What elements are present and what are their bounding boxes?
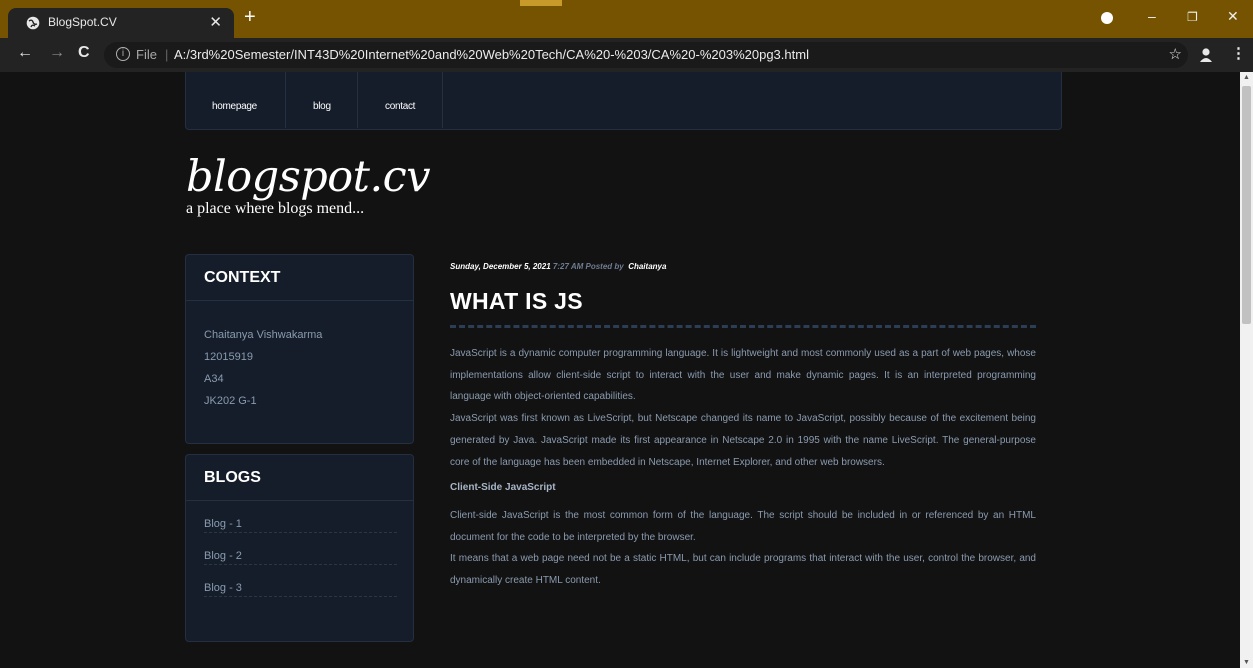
nav-blog[interactable]: blog xyxy=(313,72,331,128)
nav-divider xyxy=(285,72,286,128)
context-section: JK202 G-1 xyxy=(204,395,257,407)
globe-icon xyxy=(26,16,40,30)
new-tab-icon[interactable]: + xyxy=(244,7,256,27)
url-text[interactable]: A:/3rd%20Semester/INT43D%20Internet%20an… xyxy=(174,47,809,62)
post-body: JavaScript is a dynamic computer program… xyxy=(450,343,1036,592)
browser-toolbar: ← → C i File | A:/3rd%20Semester/INT43D%… xyxy=(0,38,1253,72)
minimize-icon[interactable]: – xyxy=(1148,8,1156,24)
blog-link-1[interactable]: Blog - 1 xyxy=(204,501,397,533)
restore-icon[interactable]: ❐ xyxy=(1187,10,1198,24)
media-indicator-icon[interactable] xyxy=(1101,12,1113,24)
blog-link-3[interactable]: Blog - 3 xyxy=(204,565,397,597)
post-paragraph: JavaScript was first known as LiveScript… xyxy=(450,413,1036,468)
window-close-icon[interactable]: ✕ xyxy=(1227,8,1239,25)
context-name: Chaitanya Vishwakarma xyxy=(204,329,323,341)
top-navigation: homepage blog contact xyxy=(185,72,1062,130)
context-heading: CONTEXT xyxy=(186,255,413,301)
post-time: 7:27 AM Posted by xyxy=(552,262,624,271)
context-panel: CONTEXT Chaitanya Vishwakarma 12015919 A… xyxy=(185,254,414,444)
scroll-up-icon[interactable]: ▲ xyxy=(1243,74,1250,81)
site-title: blogspot.cv xyxy=(186,152,431,202)
post-title: WHAT IS JS xyxy=(450,288,583,314)
info-icon[interactable]: i xyxy=(116,47,130,61)
blogs-heading: BLOGS xyxy=(186,455,413,501)
nav-divider xyxy=(357,72,358,128)
post-subheading: Client-Side JavaScript xyxy=(450,482,556,494)
post-paragraph: It means that a web page need not be a s… xyxy=(450,553,1036,587)
blog-post: Sunday, December 5, 2021 7:27 AM Posted … xyxy=(450,262,1036,592)
browser-tab[interactable]: BlogSpot.CV ✕ xyxy=(8,8,234,38)
reload-icon[interactable]: C xyxy=(78,44,90,62)
blog-link-2[interactable]: Blog - 2 xyxy=(204,533,397,565)
post-author[interactable]: Chaitanya xyxy=(628,262,666,271)
browser-tab-bar: BlogSpot.CV ✕ + – ❐ ✕ xyxy=(0,0,1253,38)
vertical-scrollbar[interactable]: ▲ ▼ xyxy=(1240,72,1253,668)
close-tab-icon[interactable]: ✕ xyxy=(209,13,222,31)
scroll-down-icon[interactable]: ▼ xyxy=(1243,659,1250,666)
scrollbar-thumb[interactable] xyxy=(1242,86,1251,324)
address-separator: | xyxy=(165,47,169,62)
post-paragraph: Client-side JavaScript is the most commo… xyxy=(450,509,1036,543)
menu-kebab-icon[interactable]: ⋮ xyxy=(1231,44,1246,62)
bookmark-star-icon[interactable]: ☆ xyxy=(1169,45,1182,63)
nav-contact[interactable]: contact xyxy=(385,72,415,128)
tab-title: BlogSpot.CV xyxy=(48,15,117,29)
profile-icon[interactable] xyxy=(1199,47,1213,63)
context-roll: A34 xyxy=(204,373,224,385)
nav-homepage[interactable]: homepage xyxy=(212,72,257,128)
title-divider xyxy=(450,325,1036,328)
address-bar[interactable]: i File | A:/3rd%20Semester/INT43D%20Inte… xyxy=(104,42,1188,68)
file-scheme-label: File xyxy=(136,47,157,62)
post-date: Sunday, December 5, 2021 xyxy=(450,262,551,271)
tab-bar-accent xyxy=(520,0,562,6)
page-viewport: homepage blog contact blogspot.cv a plac… xyxy=(0,72,1240,668)
post-meta: Sunday, December 5, 2021 7:27 AM Posted … xyxy=(450,262,1036,276)
blogs-panel: BLOGS Blog - 1 Blog - 2 Blog - 3 xyxy=(185,454,414,642)
forward-icon[interactable]: → xyxy=(49,44,65,62)
back-icon[interactable]: ← xyxy=(17,44,33,62)
context-reg-number: 12015919 xyxy=(204,351,253,363)
nav-divider xyxy=(442,72,443,128)
post-paragraph: JavaScript is a dynamic computer program… xyxy=(450,348,1036,403)
site-tagline: a place where blogs mend... xyxy=(186,200,365,217)
